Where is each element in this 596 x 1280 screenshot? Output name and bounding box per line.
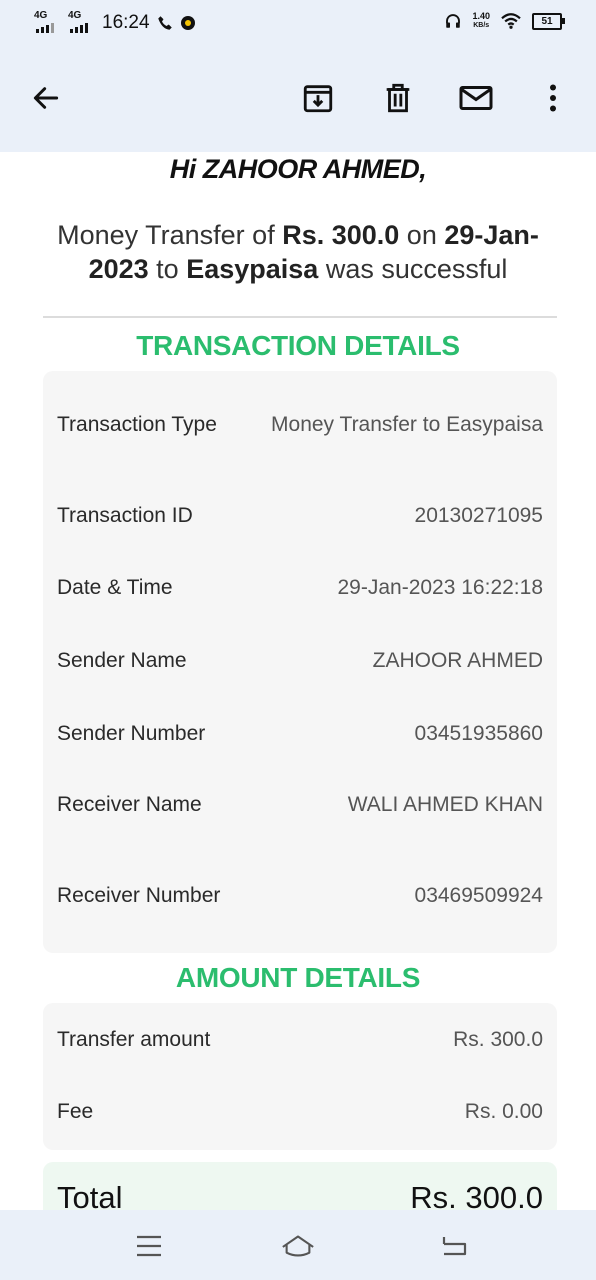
data-speed: 1.40 KB/s bbox=[472, 12, 490, 30]
detail-label: Receiver Name bbox=[57, 793, 202, 816]
signal-icon: 4G bbox=[34, 10, 62, 33]
detail-row: Receiver Number 03469509924 bbox=[57, 884, 543, 908]
detail-value: 29-Jan-2023 16:22:18 bbox=[337, 576, 544, 599]
detail-label: Receiver Number bbox=[57, 884, 221, 907]
amount-label: Transfer amount bbox=[57, 1028, 211, 1051]
transfer-summary: Money Transfer of Rs. 300.0 on 29-Jan-20… bbox=[57, 220, 539, 284]
detail-label: Sender Name bbox=[57, 649, 187, 672]
battery-level: 51 bbox=[541, 15, 553, 27]
trash-icon bbox=[386, 83, 410, 113]
amount-row: Fee Rs. 0.00 bbox=[57, 1100, 543, 1124]
detail-value: 20130271095 bbox=[414, 504, 543, 527]
detail-row: Transaction Type Money Transfer to Easyp… bbox=[57, 413, 543, 437]
transaction-details-card: Transaction Type Money Transfer to Easyp… bbox=[43, 371, 557, 953]
arrow-left-icon bbox=[33, 87, 59, 109]
mail-icon bbox=[459, 86, 493, 110]
total-label: Total bbox=[57, 1180, 123, 1210]
email-body: Hi ZAHOOR AHMED, Money Transfer of Rs. 3… bbox=[0, 152, 596, 1210]
detail-value: 03451935860 bbox=[414, 722, 543, 745]
amount-row: Transfer amount Rs. 300.0 bbox=[57, 1028, 543, 1052]
status-bar: 4G 4G 16:24 1.40 KB/s 51 bbox=[0, 10, 596, 38]
detail-label: Sender Number bbox=[57, 722, 206, 745]
amount-value: Rs. 0.00 bbox=[464, 1100, 543, 1123]
summary-recipient: Easypaisa bbox=[186, 254, 319, 284]
menu-icon bbox=[137, 1235, 161, 1257]
archive-button[interactable] bbox=[300, 80, 336, 116]
detail-value: 03469509924 bbox=[414, 884, 543, 907]
back-gesture-button[interactable] bbox=[436, 1228, 472, 1264]
detail-value: WALI AHMED KHAN bbox=[347, 793, 543, 816]
detail-row: Date & Time 29-Jan-2023 16:22:18 bbox=[57, 576, 543, 600]
headphones-icon bbox=[446, 14, 461, 28]
detail-label: Transaction ID bbox=[57, 504, 193, 527]
amount-details-card: Transfer amount Rs. 300.0 Fee Rs. 0.00 bbox=[43, 1003, 557, 1150]
recent-apps-button[interactable] bbox=[131, 1228, 167, 1264]
detail-row: Receiver Name WALI AHMED KHAN bbox=[57, 793, 543, 817]
detail-row: Transaction ID 20130271095 bbox=[57, 504, 543, 528]
delete-button[interactable] bbox=[380, 80, 416, 116]
detail-label: Transaction Type bbox=[57, 413, 217, 436]
app-notification-icon bbox=[180, 16, 195, 30]
detail-value: Money Transfer to Easypaisa bbox=[271, 413, 543, 436]
home-button[interactable] bbox=[280, 1228, 316, 1264]
battery-icon: 51 bbox=[532, 12, 565, 30]
detail-value: ZAHOOR AHMED bbox=[372, 649, 543, 672]
greeting: Hi ZAHOOR AHMED, bbox=[169, 154, 427, 184]
amount-value: Rs. 300.0 bbox=[453, 1028, 543, 1051]
detail-label: Date & Time bbox=[57, 576, 173, 599]
archive-icon bbox=[303, 85, 333, 113]
detail-row: Sender Name ZAHOOR AHMED bbox=[57, 649, 543, 673]
home-icon bbox=[282, 1235, 314, 1257]
clock: 16:24 bbox=[102, 12, 150, 33]
speed-unit: KB/s bbox=[473, 22, 490, 29]
amount-label: Fee bbox=[57, 1100, 94, 1123]
divider bbox=[43, 316, 557, 318]
amount-details-title: AMOUNT DETAILS bbox=[175, 962, 421, 993]
wifi-icon bbox=[501, 13, 521, 29]
system-navigation-bar bbox=[0, 1210, 596, 1280]
more-options-button[interactable] bbox=[535, 80, 571, 116]
total-row: Total Rs. 300.0 bbox=[57, 1180, 543, 1210]
total-card: Total Rs. 300.0 bbox=[43, 1162, 557, 1210]
summary-amount: Rs. 300.0 bbox=[282, 220, 400, 250]
signal-icon: 4G bbox=[68, 10, 96, 33]
back-button[interactable] bbox=[28, 80, 64, 116]
transaction-details-title: TRANSACTION DETAILS bbox=[136, 330, 460, 361]
more-vertical-icon bbox=[550, 84, 556, 112]
network-type-1: 4G bbox=[34, 10, 48, 21]
speed-value: 1.40 bbox=[472, 11, 490, 21]
network-type-2: 4G bbox=[68, 10, 82, 21]
app-bar: 4G 4G 16:24 1.40 KB/s 51 bbox=[0, 0, 596, 152]
detail-row: Sender Number 03451935860 bbox=[57, 722, 543, 746]
total-value: Rs. 300.0 bbox=[410, 1180, 543, 1210]
mark-unread-button[interactable] bbox=[458, 80, 494, 116]
call-icon bbox=[157, 16, 172, 30]
back-gesture-icon bbox=[442, 1237, 467, 1256]
